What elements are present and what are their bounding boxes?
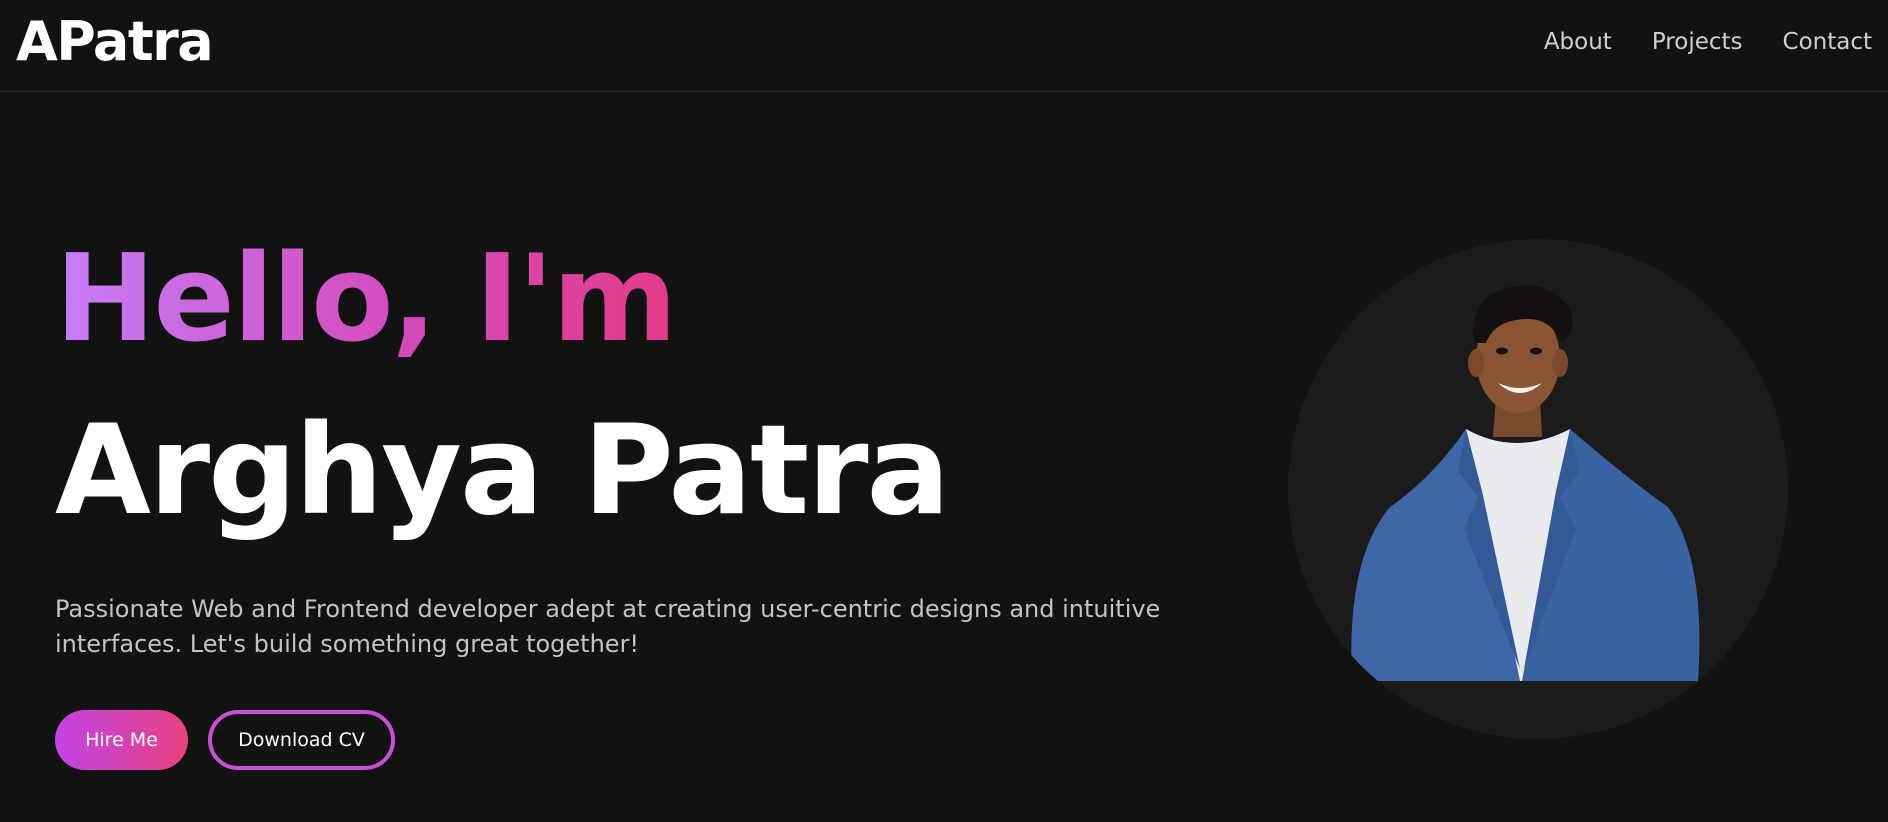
avatar [1288,239,1788,739]
nav-link-about[interactable]: About [1544,24,1612,60]
hero-section: Hello, I'm Arghya Patra Passionate Web a… [55,230,1235,770]
hero-name: Arghya Patra [55,399,950,543]
site-logo[interactable]: APatra [16,6,214,78]
nav-link-projects[interactable]: Projects [1652,24,1743,60]
nav-link-contact[interactable]: Contact [1783,24,1872,60]
hero-buttons: Hire Me Download CV [55,710,1235,770]
nav-links: About Projects Contact [1544,24,1872,60]
download-cv-button[interactable]: Download CV [208,710,395,770]
hero-tagline: Passionate Web and Frontend developer ad… [55,595,1161,658]
navbar: APatra About Projects Contact [0,0,1888,92]
hire-me-button[interactable]: Hire Me [55,710,188,770]
profile-photo-icon [1351,285,1700,681]
hero-greeting: Hello, I'm [55,230,677,369]
